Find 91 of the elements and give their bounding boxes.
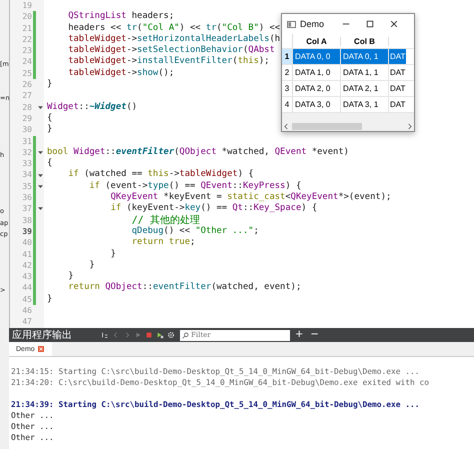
code-line: tableWidget->setSelectionBehavior(QAbst bbox=[67, 45, 275, 56]
table-cell[interactable]: DAT bbox=[389, 65, 406, 80]
scrollbar-thumb[interactable] bbox=[292, 123, 362, 130]
code-line: return true; bbox=[130, 237, 196, 248]
line-number: 31 bbox=[21, 136, 32, 147]
line-number: 40 bbox=[21, 237, 32, 249]
table-cell[interactable]: DATA 2, 1 bbox=[341, 81, 389, 96]
table-cell[interactable]: DATA 0, 0 bbox=[293, 49, 341, 64]
row-header[interactable]: 1 bbox=[282, 49, 293, 64]
line-number: 42 bbox=[21, 260, 32, 272]
line-number: 33 bbox=[21, 158, 32, 170]
line-number: 39 bbox=[21, 226, 32, 238]
line-number: 32 bbox=[21, 146, 32, 158]
code-line: } bbox=[47, 294, 52, 304]
table-cell[interactable]: DATA 0, 1 bbox=[341, 49, 389, 64]
remove-button[interactable]: − bbox=[308, 329, 321, 341]
scroll-left-icon[interactable] bbox=[284, 123, 289, 130]
line-number: 23 bbox=[21, 45, 32, 56]
scroll-right-icon[interactable] bbox=[407, 123, 412, 130]
code-line: } bbox=[88, 260, 95, 270]
code-line: bool Widget::eventFilter(QObject *watched, QEvent *event) bbox=[47, 146, 349, 157]
code-line: if (keyEvent->key() == Qt::Key_Space) { bbox=[110, 203, 318, 214]
line-number: 29 bbox=[21, 112, 32, 124]
line-number: 38 bbox=[21, 214, 32, 226]
code-line: } bbox=[110, 248, 116, 259]
column-header[interactable]: Col B bbox=[341, 36, 389, 46]
panel-title: 应用程序输出 bbox=[12, 328, 73, 342]
code-line: if (event->type() == QEvent::KeyPress) { bbox=[88, 180, 302, 191]
table-cell[interactable]: DATA 3, 1 bbox=[341, 97, 389, 112]
row-header[interactable]: 2 bbox=[282, 65, 293, 80]
table-cell[interactable]: DATA 2, 0 bbox=[293, 81, 341, 96]
line-number: 28 bbox=[21, 102, 32, 113]
table-cell[interactable]: DAT bbox=[389, 49, 406, 64]
line-number: 41 bbox=[21, 248, 32, 260]
line-number: 22 bbox=[21, 34, 32, 46]
window-title: Demo bbox=[300, 19, 324, 29]
line-number: 44 bbox=[21, 282, 32, 294]
line-number: 37 bbox=[21, 203, 32, 215]
code-line: { bbox=[47, 158, 52, 168]
fold-arrow-icon[interactable] bbox=[38, 104, 42, 110]
code-line: headers << tr("Col A") << tr("Col B") << bbox=[67, 22, 280, 33]
column-header[interactable]: Col A bbox=[293, 36, 341, 46]
wrap-icon[interactable] bbox=[101, 331, 109, 339]
line-number: 27 bbox=[21, 90, 32, 102]
line-number: 35 bbox=[21, 180, 32, 192]
line-number: 34 bbox=[21, 169, 32, 181]
line-number: 19 bbox=[21, 0, 32, 12]
line-number: 30 bbox=[21, 124, 32, 136]
line-number: 24 bbox=[21, 56, 32, 68]
code-line: QKeyEvent *keyEvent = static_cast<QKeyEvent*>(event); bbox=[110, 192, 392, 202]
code-line: tableWidget->show(); bbox=[67, 68, 174, 78]
line-number: 26 bbox=[21, 79, 32, 90]
debug-run-icon[interactable] bbox=[156, 331, 164, 339]
line-number: 43 bbox=[21, 271, 32, 282]
fold-arrow-icon[interactable] bbox=[38, 184, 42, 189]
code-line: } bbox=[67, 271, 74, 282]
code-line: tableWidget->setHorizontalHeaderLabels(h bbox=[67, 34, 280, 44]
code-line: } bbox=[47, 79, 52, 90]
window-icon bbox=[287, 20, 296, 28]
code-line: // 其他的处理 bbox=[130, 216, 200, 226]
line-number: 47 bbox=[21, 316, 32, 328]
code-line: QStringList headers; bbox=[67, 11, 174, 22]
line-number: 46 bbox=[21, 305, 32, 316]
code-line: tableWidget->installEventFilter(this); bbox=[67, 56, 270, 66]
line-number: 45 bbox=[21, 294, 32, 306]
maximize-icon[interactable] bbox=[366, 20, 374, 28]
row-header[interactable]: 4 bbox=[282, 97, 293, 112]
line-number: 21 bbox=[21, 22, 32, 34]
table-cell[interactable]: DAT bbox=[389, 81, 406, 96]
code-line: return QObject::eventFilter(watched, event); bbox=[67, 282, 302, 292]
code-line: qDebug() << "Other ..."; bbox=[130, 226, 259, 236]
line-number: 25 bbox=[21, 68, 32, 80]
code-line: Widget::~Widget() bbox=[47, 102, 138, 112]
add-button[interactable]: + bbox=[293, 329, 306, 341]
line-number: 20 bbox=[21, 11, 32, 23]
search-icon bbox=[182, 332, 189, 338]
row-header[interactable]: 3 bbox=[282, 81, 293, 96]
close-icon[interactable] bbox=[390, 20, 398, 28]
table-cell[interactable]: DATA 1, 0 bbox=[293, 65, 341, 80]
stop-icon[interactable] bbox=[145, 331, 153, 339]
table-cell[interactable]: DATA 3, 0 bbox=[293, 97, 341, 112]
fold-arrow-icon[interactable] bbox=[38, 172, 42, 178]
code-line: if (watched == this->tableWidget) { bbox=[67, 169, 254, 180]
fold-arrow-icon[interactable] bbox=[38, 150, 42, 155]
fold-arrow-icon[interactable] bbox=[38, 206, 42, 212]
table-cell[interactable]: DATA 1, 1 bbox=[341, 65, 389, 80]
line-number: 36 bbox=[21, 192, 32, 204]
settings-icon[interactable] bbox=[167, 331, 175, 339]
code-line: { bbox=[47, 112, 52, 123]
code-line: } bbox=[47, 124, 52, 134]
table-cell[interactable]: DAT bbox=[389, 97, 406, 112]
